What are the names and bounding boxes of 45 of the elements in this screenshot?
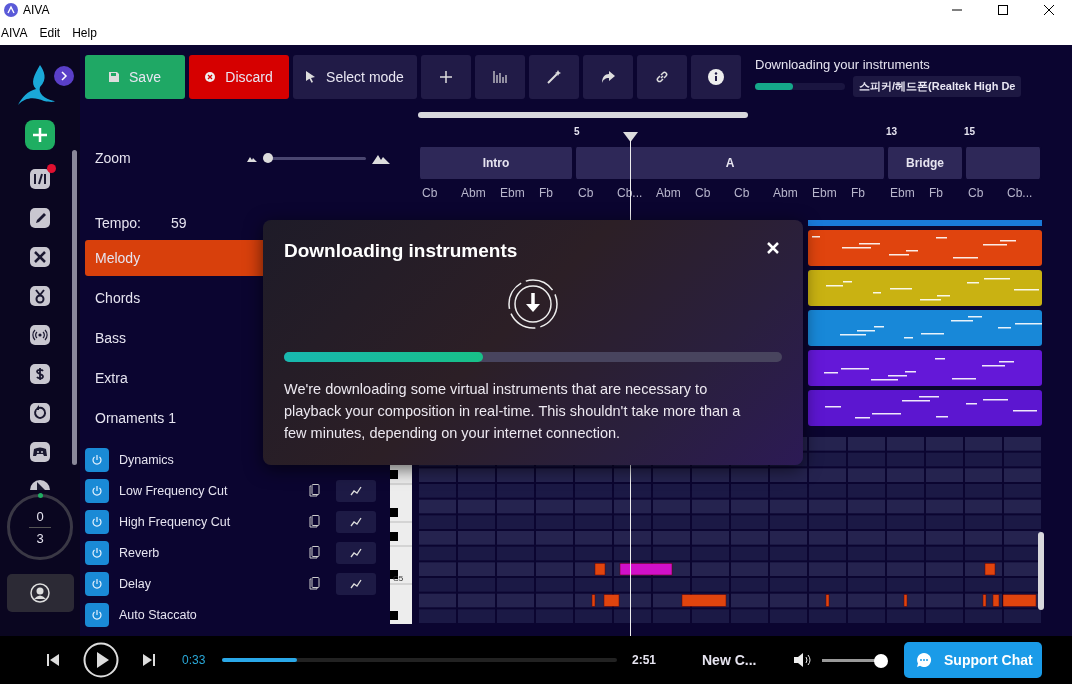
audio-device-selector[interactable]: 스피커/헤드폰(Realtek High De xyxy=(853,76,1022,97)
section-block[interactable]: Bridge xyxy=(886,147,964,179)
effect-name: Dynamics xyxy=(119,452,175,467)
chord-label[interactable]: Fb xyxy=(539,186,553,200)
menu-item[interactable]: AIVA xyxy=(0,25,34,40)
counter-total: 3 xyxy=(36,530,44,546)
effect-name: Delay xyxy=(119,576,152,591)
tempo-value[interactable]: 59 xyxy=(170,215,187,231)
chord-label[interactable]: Ebm xyxy=(890,186,915,200)
chord-label[interactable]: Abm xyxy=(656,186,681,200)
song-title: New C... xyxy=(702,652,758,668)
chord-label[interactable]: Ebm xyxy=(500,186,525,200)
chord-label[interactable]: Cb xyxy=(578,186,594,200)
bar-number: 15 xyxy=(964,126,976,137)
dialog-message: We're downloading some virtual instruments that are necessary to playback your composition in real-time. This shouldn't take more than a few minutes, depending on your internet connection. xyxy=(284,380,742,443)
bar-number: 13 xyxy=(886,126,898,137)
chord-label[interactable]: Abm xyxy=(773,186,798,200)
section-block[interactable]: A xyxy=(574,147,886,179)
chord-label[interactable]: Cb xyxy=(968,186,984,200)
counter-value: 0 xyxy=(36,508,44,524)
effect-name: Low Frequency Cut xyxy=(119,483,229,498)
menu-item[interactable]: Edit xyxy=(38,25,67,40)
chord-label[interactable]: Cb xyxy=(422,186,438,200)
chord-label[interactable]: Cb xyxy=(695,186,711,200)
tempo-label: Tempo: xyxy=(95,215,141,231)
chord-label[interactable]: Abm xyxy=(461,186,486,200)
download-status: Downloading your instruments xyxy=(755,57,931,72)
chord-label[interactable]: Cb... xyxy=(1007,186,1033,200)
effect-name: Auto Staccato xyxy=(119,607,198,622)
key-label: C5 xyxy=(393,574,404,583)
total-time: 2:51 xyxy=(632,653,658,667)
bar-number: 5 xyxy=(574,126,580,137)
chord-label[interactable]: Fb xyxy=(851,186,865,200)
zoom-label: Zoom xyxy=(95,150,132,166)
effect-name: Reverb xyxy=(119,545,161,560)
window-title: AIVA xyxy=(23,3,50,17)
chord-label[interactable]: Cb xyxy=(734,186,750,200)
effect-name: High Frequency Cut xyxy=(119,514,232,529)
section-block[interactable]: Intro xyxy=(418,147,574,179)
elapsed-time: 0:33 xyxy=(182,653,207,667)
select-mode-button[interactable]: Select mode xyxy=(293,55,417,99)
menu-item[interactable]: Help xyxy=(71,25,103,40)
chord-label[interactable]: Fb xyxy=(929,186,943,200)
discard-button[interactable]: Discard xyxy=(189,55,289,99)
chord-label[interactable]: Ebm xyxy=(812,186,837,200)
